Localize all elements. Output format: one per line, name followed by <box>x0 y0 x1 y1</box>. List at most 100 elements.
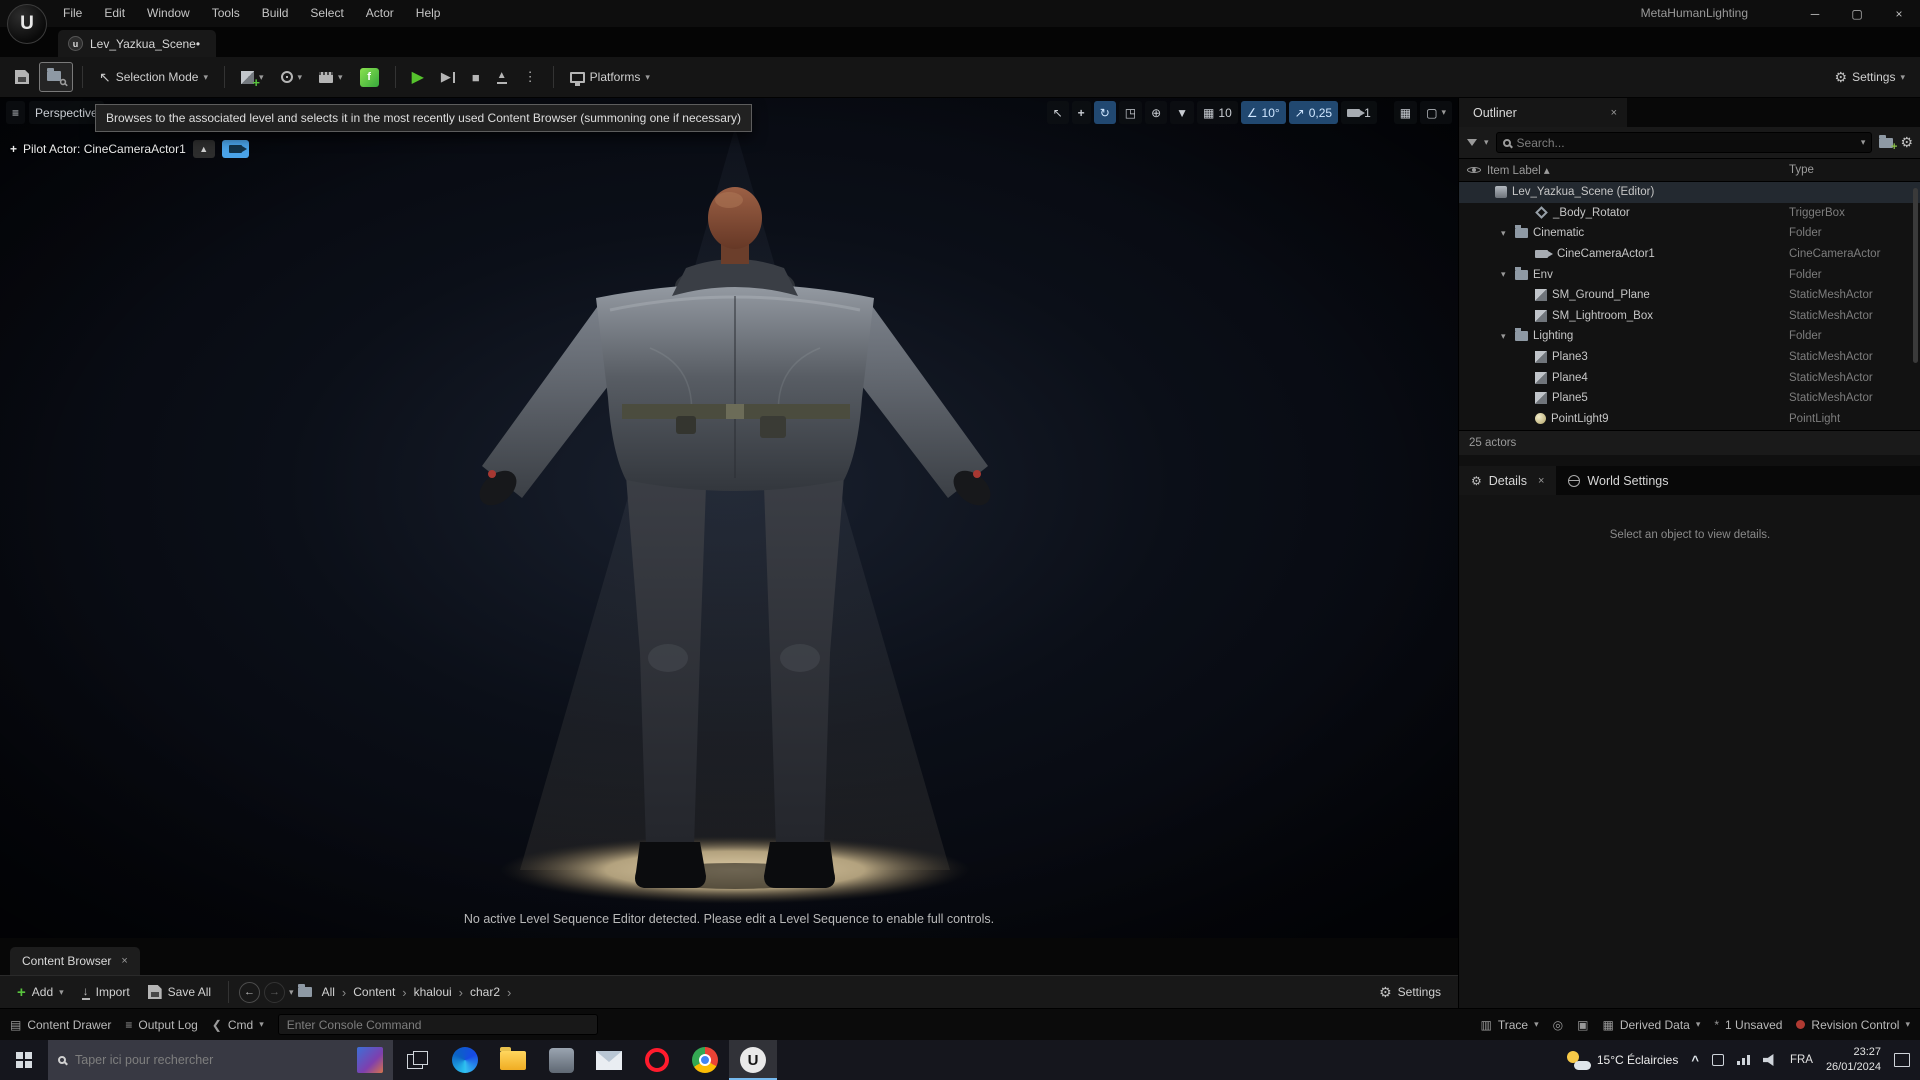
blueprints-button[interactable]: ▾ <box>274 62 310 92</box>
column-item-label[interactable]: Item Label ▴ <box>1487 163 1550 177</box>
platforms-button[interactable]: Platforms ▾ <box>563 62 657 92</box>
stop-button[interactable]: ■ <box>465 62 487 92</box>
taskbar-chrome[interactable] <box>681 1040 729 1080</box>
column-type[interactable]: Type <box>1789 164 1814 176</box>
level-tab[interactable]: u Lev_Yazkua_Scene• <box>58 30 217 57</box>
add-actor-button[interactable]: + ▾ <box>234 62 271 92</box>
notification-center-icon[interactable] <box>1894 1053 1910 1067</box>
outliner-row[interactable]: PointLight9 PointLight <box>1459 409 1920 430</box>
rotate-tool-button[interactable]: ↻ <box>1093 101 1116 124</box>
output-log-button[interactable]: ≡ Output Log <box>125 1018 197 1032</box>
trace-button[interactable]: ▥ Trace ▾ <box>1481 1018 1539 1032</box>
task-view-button[interactable] <box>393 1040 441 1080</box>
outliner-row[interactable]: ▾ Env Folder <box>1459 264 1920 285</box>
new-folder-icon[interactable] <box>1879 134 1897 153</box>
volume-icon[interactable] <box>1762 1054 1774 1066</box>
taskbar-clock[interactable]: 23:27 26/01/2024 <box>1826 1045 1881 1075</box>
import-button[interactable]: ↓ Import <box>75 979 137 1005</box>
add-button[interactable]: + Add ▾ <box>10 979 71 1005</box>
outliner-search-box[interactable]: ▾ <box>1495 132 1873 153</box>
hidden-icons-chevron[interactable]: ^ <box>1691 1053 1699 1068</box>
outliner-row[interactable]: ▾ Lighting Folder <box>1459 326 1920 347</box>
outliner-scrollbar[interactable] <box>1913 188 1918 363</box>
outliner-row[interactable]: _Body_Rotator TriggerBox <box>1459 203 1920 224</box>
outliner-tab[interactable]: Outliner × <box>1459 98 1627 127</box>
filter-icon[interactable] <box>1467 139 1477 146</box>
outliner-row[interactable]: SM_Lightroom_Box StaticMeshActor <box>1459 306 1920 327</box>
menu-select[interactable]: Select <box>299 0 354 27</box>
grid-snap-button[interactable]: ▦ 10 <box>1197 101 1238 124</box>
close-icon[interactable]: × <box>1538 475 1544 487</box>
world-local-toggle[interactable]: ⊕ <box>1145 101 1168 124</box>
menu-build[interactable]: Build <box>251 0 300 27</box>
outliner-settings-icon[interactable]: ⚙ <box>1900 134 1913 151</box>
minimize-button[interactable]: ─ <box>1794 0 1836 27</box>
viewport-menu-button[interactable]: ≡ <box>6 101 26 124</box>
taskbar-search-input[interactable] <box>75 1053 348 1067</box>
outliner-row[interactable]: Plane3 StaticMeshActor <box>1459 347 1920 368</box>
breadcrumb-item[interactable]: Content <box>353 985 395 999</box>
console-command-input[interactable] <box>277 1014 598 1035</box>
screenshot-icon[interactable]: ◎ <box>1553 1018 1563 1032</box>
taskbar-unreal[interactable]: U <box>729 1040 777 1080</box>
eye-icon[interactable] <box>1467 163 1481 177</box>
expander-arrow-icon[interactable]: ▾ <box>1501 269 1515 280</box>
content-browser-tab[interactable]: Content Browser × <box>10 947 140 975</box>
move-tool-button[interactable]: + <box>1071 101 1091 124</box>
surface-snap-button[interactable]: ▼ <box>1170 101 1195 124</box>
outliner-row[interactable]: ▾ Cinematic Folder <box>1459 223 1920 244</box>
capture-icon[interactable]: ▣ <box>1577 1018 1588 1032</box>
save-all-button[interactable]: Save All <box>141 979 218 1005</box>
expander-arrow-icon[interactable]: ▾ <box>1501 331 1515 342</box>
menu-window[interactable]: Window <box>136 0 201 27</box>
network-icon[interactable] <box>1736 1055 1750 1065</box>
tray-app-icon[interactable] <box>1711 1054 1724 1066</box>
outliner-row[interactable]: Plane5 StaticMeshActor <box>1459 388 1920 409</box>
cinematics-button[interactable]: ▾ <box>312 62 350 92</box>
tab-world-settings[interactable]: World Settings <box>1556 466 1680 495</box>
maximize-viewport-button[interactable]: ▢ ▾ <box>1420 101 1452 124</box>
play-options-button[interactable]: ⋮ <box>517 62 544 92</box>
outliner-row[interactable]: Lev_Yazkua_Scene (Editor) <box>1459 182 1920 203</box>
save-button[interactable] <box>8 62 36 92</box>
taskbar-app[interactable] <box>537 1040 585 1080</box>
stop-piloting-button[interactable]: ▲ <box>192 140 215 158</box>
weather-widget[interactable]: 15°C Éclaircies <box>1566 1050 1678 1071</box>
cb-settings-button[interactable]: ⚙ Settings <box>1372 979 1448 1005</box>
language-indicator[interactable]: FRA <box>1790 1054 1813 1066</box>
selection-mode-button[interactable]: ↖ Selection Mode ▾ <box>92 62 215 92</box>
outliner-row[interactable]: CineCameraActor1 CineCameraActor <box>1459 244 1920 265</box>
camera-view-toggle[interactable] <box>221 140 249 158</box>
outliner-row[interactable]: SM_Ground_Plane StaticMeshActor <box>1459 285 1920 306</box>
expander-arrow-icon[interactable]: ▾ <box>1501 228 1515 239</box>
viewport-layout-button[interactable]: ▦ <box>1393 101 1418 124</box>
close-button[interactable]: × <box>1878 0 1920 27</box>
select-tool-button[interactable]: ↖ <box>1046 101 1069 124</box>
camera-speed-button[interactable]: 1 <box>1341 101 1377 124</box>
close-icon[interactable]: × <box>121 955 127 967</box>
unsaved-button[interactable]: * 1 Unsaved <box>1714 1018 1782 1032</box>
outliner-row[interactable]: Plane4 StaticMeshActor <box>1459 367 1920 388</box>
taskbar-opera[interactable] <box>633 1040 681 1080</box>
cmd-selector[interactable]: ❮ Cmd ▾ <box>212 1018 264 1032</box>
maximize-button[interactable]: ▢ <box>1836 0 1878 27</box>
taskbar-mail[interactable] <box>585 1040 633 1080</box>
start-button[interactable] <box>0 1040 48 1080</box>
forward-button[interactable]: → <box>264 981 286 1003</box>
content-drawer-button[interactable]: ▤ Content Drawer <box>10 1018 111 1032</box>
derived-data-button[interactable]: ▦ Derived Data ▾ <box>1602 1018 1700 1032</box>
revision-control-button[interactable]: Revision Control ▾ <box>1796 1018 1910 1032</box>
back-button[interactable]: ← <box>239 981 261 1003</box>
scale-tool-button[interactable]: ◳ <box>1118 101 1143 124</box>
settings-button[interactable]: ⚙ Settings ▾ <box>1828 62 1912 92</box>
scale-snap-button[interactable]: ↗ 0,25 <box>1288 101 1339 124</box>
taskbar-explorer[interactable] <box>489 1040 537 1080</box>
frame-skip-button[interactable]: ▶ <box>434 62 462 92</box>
taskbar-search[interactable] <box>48 1040 393 1080</box>
menu-edit[interactable]: Edit <box>93 0 136 27</box>
menu-help[interactable]: Help <box>405 0 452 27</box>
taskbar-edge[interactable] <box>441 1040 489 1080</box>
menu-tools[interactable]: Tools <box>201 0 251 27</box>
browse-to-asset-button[interactable] <box>39 62 73 92</box>
fab-button[interactable]: f <box>353 62 386 92</box>
